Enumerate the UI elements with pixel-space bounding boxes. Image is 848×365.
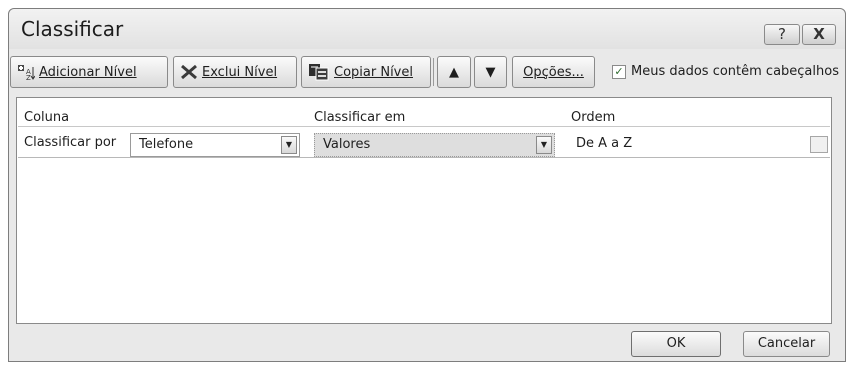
row-divider bbox=[18, 157, 830, 158]
cancel-button[interactable]: Cancelar bbox=[743, 331, 830, 357]
order-select-value: De A a Z bbox=[576, 136, 633, 151]
order-header: Ordem bbox=[571, 110, 616, 125]
close-button[interactable]: X bbox=[802, 24, 836, 45]
headers-checkbox-label[interactable]: Meus dados contêm cabeçalhos bbox=[631, 64, 839, 79]
copy-level-icon bbox=[308, 63, 330, 81]
move-down-button[interactable]: ▼ bbox=[474, 56, 507, 88]
delete-level-button[interactable]: Exclui Nível bbox=[173, 56, 297, 88]
options-button[interactable]: Opções... bbox=[512, 56, 595, 88]
options-label: Opções... bbox=[523, 64, 584, 80]
order-select[interactable]: De A a Z bbox=[570, 132, 834, 158]
sort-on-header: Classificar em bbox=[314, 110, 406, 125]
chevron-down-icon[interactable]: ▼ bbox=[536, 136, 552, 154]
add-level-button[interactable]: A Z Adicionar Nível bbox=[10, 56, 168, 88]
arrow-down-icon: ▼ bbox=[485, 64, 496, 80]
delete-level-label: Exclui Nível bbox=[202, 64, 278, 80]
sort-on-select[interactable]: Valores ▼ bbox=[314, 133, 555, 157]
toolbar-separator bbox=[433, 58, 434, 86]
column-header: Coluna bbox=[24, 110, 70, 125]
dialog-title: Classificar bbox=[21, 17, 124, 41]
move-up-button[interactable]: ▲ bbox=[437, 56, 471, 88]
sort-by-label: Classificar por bbox=[24, 135, 117, 150]
title-bar: Classificar ? X bbox=[9, 9, 845, 49]
column-select-value: Telefone bbox=[139, 137, 194, 152]
close-icon: X bbox=[813, 25, 825, 43]
svg-text:Z: Z bbox=[26, 74, 31, 80]
header-divider bbox=[18, 126, 830, 127]
help-button[interactable]: ? bbox=[764, 24, 800, 45]
delete-x-icon bbox=[180, 64, 198, 80]
arrow-up-icon: ▲ bbox=[449, 64, 459, 80]
copy-level-button[interactable]: Copiar Nível bbox=[301, 56, 431, 88]
checkmark-icon: ✓ bbox=[614, 65, 624, 78]
chevron-down-icon[interactable]: ▼ bbox=[281, 136, 297, 154]
order-dropdown-button[interactable] bbox=[810, 136, 828, 153]
column-select[interactable]: Telefone ▼ bbox=[130, 133, 300, 157]
copy-level-label: Copiar Nível bbox=[334, 64, 413, 80]
add-level-icon: A Z bbox=[17, 64, 35, 80]
ok-button[interactable]: OK bbox=[631, 331, 721, 357]
help-icon: ? bbox=[778, 25, 786, 43]
add-level-label: Adicionar Nível bbox=[39, 64, 137, 80]
headers-checkbox[interactable]: ✓ bbox=[612, 65, 626, 79]
sort-on-select-value: Valores bbox=[323, 137, 371, 152]
